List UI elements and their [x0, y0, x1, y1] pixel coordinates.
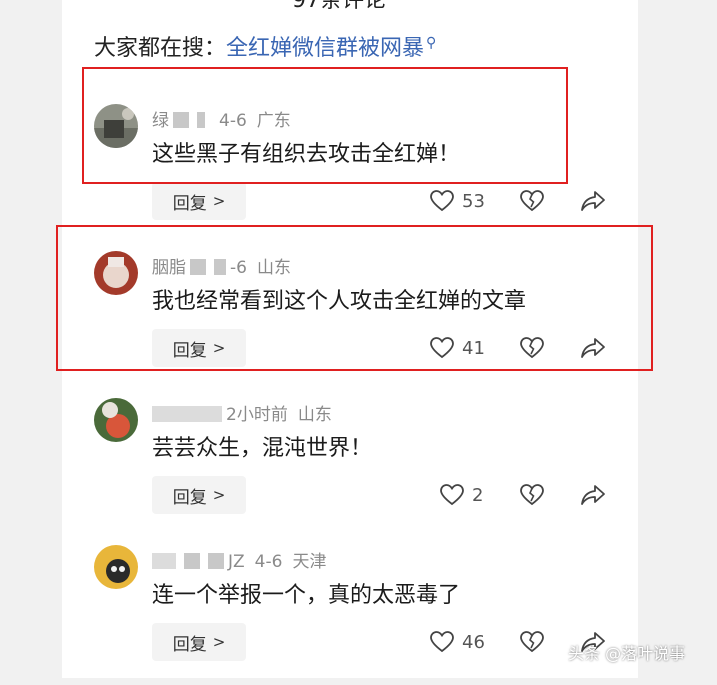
- share-icon: [580, 190, 606, 212]
- chevron-right-icon: >: [212, 192, 226, 210]
- share-button[interactable]: [580, 484, 606, 506]
- reply-button-label: 回复: [172, 634, 207, 655]
- redaction-block: [184, 553, 200, 569]
- comment-text: 芸芸众生，混沌世界！: [152, 436, 373, 461]
- redaction-block: [152, 553, 176, 569]
- comment-username-tail: JZ: [228, 552, 245, 572]
- comment-time: 4-6: [254, 552, 283, 572]
- broken-heart-icon: [520, 631, 544, 653]
- like-count: 46: [462, 631, 485, 653]
- comment-location: 山东: [297, 405, 332, 425]
- heart-icon: [430, 190, 454, 212]
- reply-button[interactable]: 回复 >: [152, 182, 246, 220]
- search-icon: ⚲: [426, 35, 437, 51]
- highlight-box: [56, 225, 653, 371]
- comment-meta: 2小时前 山东: [152, 400, 332, 425]
- comment-meta: JZ 4-6 天津: [152, 547, 326, 572]
- avatar[interactable]: [94, 398, 138, 442]
- share-icon: [580, 484, 606, 506]
- close-icon[interactable]: ✕: [580, 0, 600, 6]
- reply-button[interactable]: 回复 >: [152, 476, 246, 514]
- search-suggestion[interactable]: 大家都在搜：全红婵微信群被网暴 ⚲: [94, 30, 436, 62]
- share-button[interactable]: [580, 190, 606, 212]
- broken-heart-icon: [520, 484, 544, 506]
- like-button[interactable]: 53: [430, 190, 485, 212]
- dislike-button[interactable]: [520, 484, 544, 506]
- dislike-button[interactable]: [520, 631, 544, 653]
- reply-button-label: 回复: [172, 193, 207, 214]
- search-suggestion-prefix: 大家都在搜：: [94, 36, 227, 61]
- like-count: 2: [472, 484, 484, 506]
- comment-text: 连一个举报一个，真的太恶毒了: [152, 583, 461, 608]
- like-button[interactable]: 2: [440, 484, 483, 506]
- comment-item: 2小时前 山东 芸芸众生，混沌世界！ 回复 > 2: [62, 398, 638, 538]
- comments-title: 97条评论: [292, 0, 386, 13]
- redaction-block: [208, 553, 224, 569]
- heart-icon: [430, 631, 454, 653]
- comments-header: 97条评论 ✕: [62, 0, 638, 14]
- avatar[interactable]: [94, 545, 138, 589]
- reply-button[interactable]: 回复 >: [152, 623, 246, 661]
- heart-icon: [440, 484, 464, 506]
- redaction-block: [152, 406, 222, 422]
- highlight-box: [82, 67, 568, 184]
- like-button[interactable]: 46: [430, 631, 485, 653]
- comment-item: JZ 4-6 天津 连一个举报一个，真的太恶毒了 回复 > 46: [62, 545, 638, 685]
- comment-location: 天津: [292, 552, 327, 572]
- like-count: 53: [462, 190, 485, 212]
- dislike-button[interactable]: [520, 190, 544, 212]
- reply-button-label: 回复: [172, 487, 207, 508]
- broken-heart-icon: [520, 190, 544, 212]
- chevron-right-icon: >: [212, 486, 226, 504]
- comment-time: 2小时前: [226, 405, 288, 425]
- search-suggestion-link[interactable]: 全红婵微信群被网暴: [226, 36, 424, 61]
- chevron-right-icon: >: [212, 633, 226, 651]
- watermark: 头条 @落叶说事: [568, 644, 686, 663]
